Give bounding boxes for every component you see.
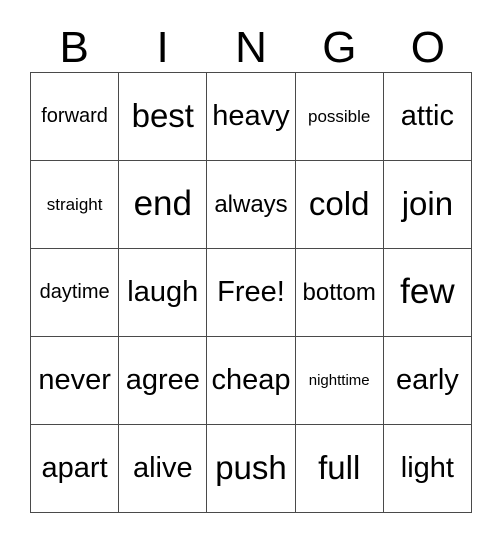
bingo-cell-label: bottom [302,278,376,306]
bingo-cell[interactable]: best [119,73,208,161]
bingo-cell-label: forward [41,105,108,127]
bingo-cell-free-space[interactable]: Free! [207,249,296,337]
bingo-header-letter-i: I [156,23,169,72]
bingo-cell-label: possible [308,106,371,126]
bingo-header-letter-n: N [235,23,267,72]
bingo-cell-label: laugh [127,276,199,309]
bingo-cell[interactable]: end [119,161,208,249]
bingo-cell[interactable]: heavy [207,73,296,161]
bingo-header-letter-g: G [322,23,357,72]
bingo-cell-label: few [400,272,455,312]
bingo-cell-label: never [38,364,111,397]
bingo-cell-label: early [395,364,459,397]
bingo-header-letter-o: O [410,23,445,72]
bingo-cell[interactable]: push [207,425,296,513]
bingo-cell[interactable]: cheap [207,337,296,425]
bingo-cell-label: apart [41,452,108,485]
bingo-header: B I N G O [30,16,472,72]
bingo-grid: forward best heavy possible attic straig… [30,72,472,513]
bingo-cell-label: push [215,449,287,487]
bingo-cell-label: best [131,97,194,135]
bingo-cell[interactable]: always [207,161,296,249]
bingo-cell-label: cheap [211,364,291,397]
bingo-free-space-label: Free! [217,276,285,309]
bingo-cell[interactable]: full [295,425,384,513]
bingo-cell-label: full [318,449,361,487]
bingo-cell-label: heavy [212,100,290,133]
bingo-cell-label: nighttime [308,371,370,389]
bingo-cell[interactable]: alive [119,425,208,513]
bingo-cell-label: daytime [39,281,110,303]
bingo-cell-label: alive [132,452,193,485]
bingo-cell-label: light [400,452,454,485]
bingo-cell[interactable]: few [383,249,472,337]
bingo-cell[interactable]: agree [119,337,208,425]
bingo-cell[interactable]: possible [295,73,384,161]
bingo-cell[interactable]: nighttime [295,337,384,425]
bingo-cell[interactable]: laugh [119,249,208,337]
bingo-cell[interactable]: cold [295,161,384,249]
bingo-cell-label: straight [46,194,103,214]
bingo-cell-label: end [133,184,192,224]
bingo-card: B I N G O forward best heavy possible at… [0,0,500,544]
bingo-cell[interactable]: join [383,161,472,249]
bingo-cell[interactable]: straight [31,161,120,249]
bingo-cell[interactable]: attic [383,73,472,161]
bingo-cell[interactable]: daytime [31,249,120,337]
bingo-cell[interactable]: never [31,337,120,425]
bingo-header-letter-b: B [59,23,89,72]
bingo-cell[interactable]: bottom [295,249,384,337]
bingo-cell[interactable]: apart [31,425,120,513]
bingo-cell[interactable]: light [383,425,472,513]
bingo-cell-label: cold [308,185,370,223]
bingo-cell-label: attic [400,100,454,133]
bingo-cell[interactable]: early [383,337,472,425]
bingo-cell-label: join [401,185,454,223]
bingo-cell-label: agree [125,364,200,397]
bingo-cell[interactable]: forward [31,73,120,161]
bingo-cell-label: always [214,190,288,218]
